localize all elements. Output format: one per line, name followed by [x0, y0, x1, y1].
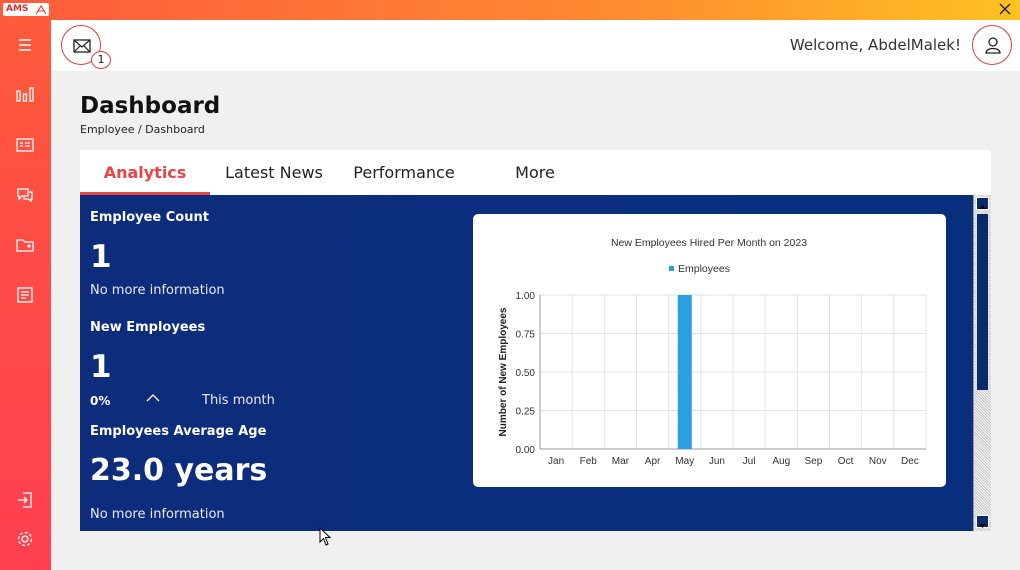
y-tick-label: 0.50 [516, 368, 536, 379]
x-tick-label: Sep [805, 456, 823, 467]
tab-performance[interactable]: Performance [344, 150, 464, 195]
tab-analytics[interactable]: Analytics [80, 150, 210, 195]
chart-title: New Employees Hired Per Month on 2023 [611, 237, 807, 249]
x-tick-label: Mar [612, 456, 630, 467]
vertical-scrollbar[interactable] [973, 195, 991, 531]
tab-latest-news[interactable]: Latest News [214, 150, 334, 195]
notification-badge: 1 [91, 51, 111, 69]
chevron-up-icon [146, 394, 160, 402]
user-profile-button[interactable] [972, 25, 1012, 65]
new-employees-value: 1 [90, 349, 112, 385]
employee-count-value: 1 [90, 239, 112, 275]
employee-count-sub: No more information [90, 283, 225, 298]
arrow-down-icon [979, 524, 986, 528]
document-icon[interactable] [14, 284, 36, 306]
x-tick-label: Jul [743, 456, 756, 467]
scroll-thumb[interactable] [976, 213, 989, 391]
hires-chart: New Employees Hired Per Month on 2023 Emp… [498, 237, 927, 467]
average-age-sub: No more information [90, 507, 225, 522]
mouse-cursor-icon [319, 527, 332, 546]
gear-icon[interactable] [14, 528, 36, 550]
x-tick-label: Dec [901, 456, 919, 467]
average-age-value: 23.0 years [90, 453, 268, 488]
breadcrumb: Employee / Dashboard [80, 123, 205, 136]
bar-chart-icon[interactable] [14, 84, 36, 106]
logout-icon[interactable] [14, 489, 36, 511]
arrow-up-icon [979, 205, 986, 209]
app-logo-text: AMS [6, 4, 29, 14]
x-tick-label: May [675, 456, 694, 467]
y-axis-label: Number of New Employees [498, 307, 509, 436]
tab-more[interactable]: More [480, 150, 590, 195]
new-employees-title: New Employees [90, 320, 206, 335]
user-icon [985, 37, 1001, 54]
app-logo: AMS [3, 3, 49, 16]
new-employees-percent: 0% [90, 394, 111, 408]
folder-icon[interactable] [14, 234, 36, 256]
x-tick-label: Oct [838, 456, 854, 467]
menu-icon[interactable] [14, 34, 36, 56]
y-tick-label: 0.75 [516, 330, 536, 341]
y-tick-label: 1.00 [516, 291, 536, 302]
logo-mark-icon [35, 5, 47, 15]
y-tick-label: 0.00 [516, 445, 536, 456]
legend-label: Employees [678, 263, 730, 275]
x-tick-label: Apr [645, 456, 661, 467]
header: 1 Welcome, AbdelMalek! [51, 20, 1020, 71]
x-tick-label: Jan [548, 456, 564, 467]
close-icon[interactable] [998, 2, 1012, 16]
x-tick-label: Aug [772, 456, 790, 467]
page-title: Dashboard [80, 93, 221, 119]
analytics-panel: Employee Count 1 No more information New… [80, 195, 973, 531]
scroll-up-arrow[interactable] [976, 197, 989, 210]
x-tick-label: Jun [709, 456, 725, 467]
legend-swatch [669, 266, 674, 271]
x-tick-label: Feb [580, 456, 598, 467]
chart-card: New Employees Hired Per Month on 2023 Emp… [473, 214, 946, 487]
x-tick-label: Nov [869, 456, 887, 467]
id-card-icon[interactable] [14, 134, 36, 156]
employee-count-title: Employee Count [90, 210, 209, 225]
welcome-text: Welcome, AbdelMalek! [789, 36, 961, 54]
tab-bar: Analytics Latest News Performance More [80, 150, 991, 195]
new-employees-period: This month [202, 393, 275, 408]
scroll-down-arrow[interactable] [976, 515, 989, 528]
chat-icon[interactable] [14, 184, 36, 206]
sidebar [0, 20, 51, 570]
title-bar: AMS [0, 0, 1020, 20]
y-tick-label: 0.25 [516, 407, 536, 418]
bar-may [677, 295, 692, 449]
average-age-title: Employees Average Age [90, 424, 267, 439]
